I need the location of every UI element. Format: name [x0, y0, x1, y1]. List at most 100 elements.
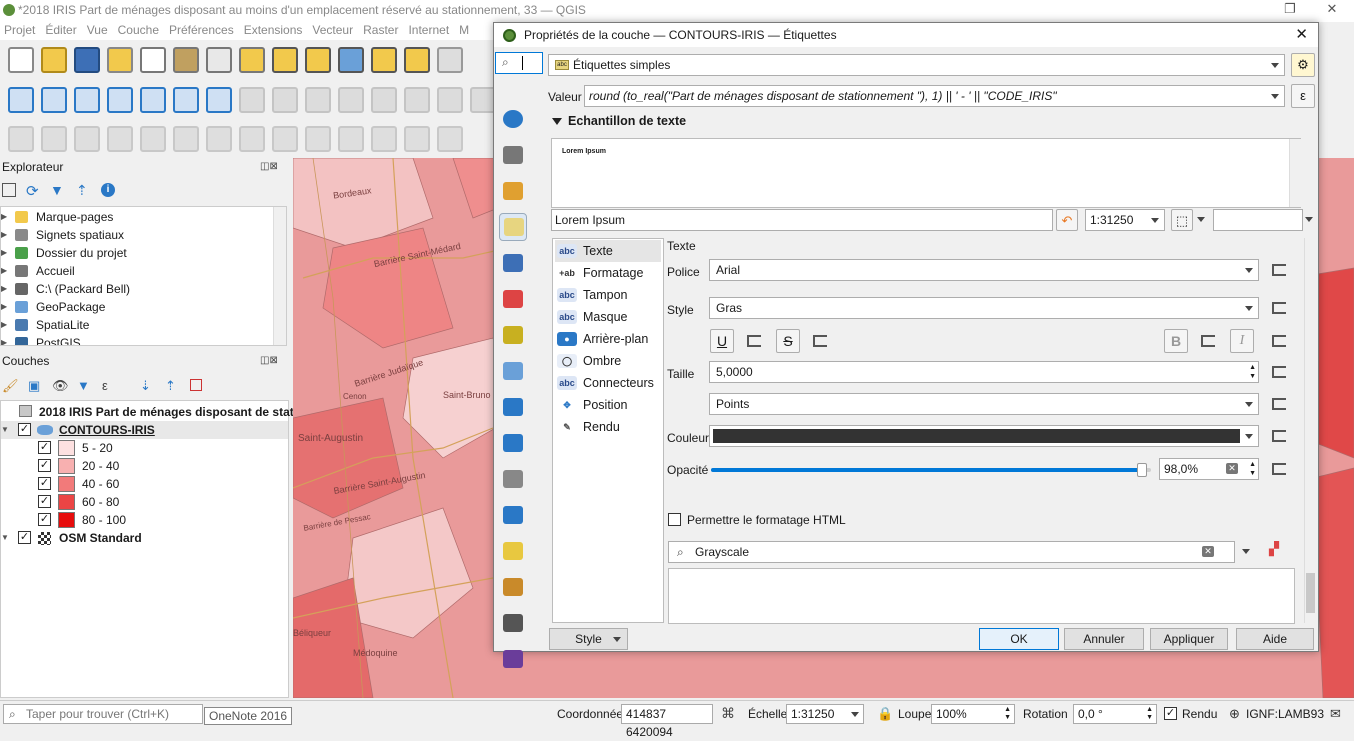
expand-arrow-icon[interactable]: ▶	[1, 316, 7, 334]
font-size-spinbox[interactable]: 5,0000 ▲ ▼	[709, 361, 1259, 383]
menu-item[interactable]: Internet	[404, 22, 455, 39]
expression-editor-button[interactable]: ε	[1291, 84, 1315, 108]
collapse-all-icon[interactable]: ⇡	[76, 182, 88, 199]
zoom-in-icon[interactable]	[272, 47, 298, 73]
pan-map-icon[interactable]	[206, 47, 232, 73]
menu-item[interactable]: Vue	[83, 22, 114, 39]
copy-icon[interactable]	[437, 87, 463, 113]
menu-item[interactable]: Projet	[0, 22, 41, 39]
advanced-digitizing-icon[interactable]	[107, 126, 133, 152]
advanced-digitizing-icon[interactable]	[239, 126, 265, 152]
auto-placement-settings-button[interactable]: ⚙	[1291, 53, 1315, 77]
advanced-digitizing-icon[interactable]	[437, 126, 463, 152]
sample-section-header[interactable]: Echantillon de texte	[550, 114, 1310, 132]
size-unit-combo[interactable]: Points	[709, 393, 1259, 415]
add-group-icon[interactable]: ▣	[28, 378, 40, 394]
tab-formatage[interactable]: +ab Formatage	[555, 262, 661, 284]
tab-connecteurs[interactable]: abc Connecteurs	[555, 372, 661, 394]
advanced-digitizing-icon[interactable]	[338, 126, 364, 152]
italic-button[interactable]: I	[1230, 329, 1254, 353]
data-defined-override-button[interactable]	[1269, 361, 1293, 383]
expand-arrow-icon[interactable]: ▼	[1, 421, 9, 439]
filter-legend-icon[interactable]: ▼	[77, 378, 90, 393]
tab-position[interactable]: ✥ Position	[555, 394, 661, 416]
coord-field[interactable]: 414837 6420094	[621, 704, 713, 739]
advanced-digitizing-icon[interactable]	[8, 126, 34, 152]
lock-icon[interactable]: 🔒	[877, 706, 893, 722]
advanced-digitizing-icon[interactable]	[140, 126, 166, 152]
explorer-item[interactable]: ▶ C:\ (Packard Bell)	[1, 280, 273, 298]
html-formatting-checkbox[interactable]	[668, 513, 681, 526]
chevron-down-icon[interactable]	[1197, 217, 1205, 222]
explorer-item[interactable]: ▶ Accueil	[1, 262, 273, 280]
advanced-digitizing-icon[interactable]	[272, 126, 298, 152]
render-checkbox[interactable]: ✓	[1164, 707, 1177, 720]
messages-icon[interactable]: ✉	[1330, 706, 1341, 722]
tab-masque[interactable]: abc Masque	[555, 306, 661, 328]
edit-icon[interactable]	[338, 87, 364, 113]
locator-search-input[interactable]: ⌕ Taper pour trouver (Ctrl+K)	[3, 704, 203, 724]
ok-button[interactable]: OK	[979, 628, 1059, 650]
delete-icon[interactable]	[371, 87, 397, 113]
spin-arrows-icon[interactable]: ▲ ▼	[1249, 363, 1256, 381]
data-defined-override-button[interactable]	[1269, 425, 1293, 447]
explorer-item[interactable]: ▶ SpatiaLite	[1, 316, 273, 334]
settings-scrollbar[interactable]	[1304, 238, 1316, 623]
zoom-layer-icon[interactable]	[404, 47, 430, 73]
explorer-item[interactable]: ▶ Dossier du projet	[1, 244, 273, 262]
add-layer-icon[interactable]	[41, 87, 67, 113]
expand-arrow-icon[interactable]: ▶	[1, 208, 7, 226]
data-defined-override-button[interactable]	[1269, 259, 1293, 281]
layer-group-label[interactable]: 2018 IRIS Part de ménages disposant de s…	[39, 403, 294, 421]
strikeout-button[interactable]: S	[776, 329, 800, 353]
legend-class-row[interactable]: ✓ 60 - 80	[1, 493, 281, 511]
style-menu-button[interactable]: Style	[549, 628, 628, 650]
menu-item[interactable]: M	[455, 22, 475, 39]
clear-icon[interactable]: ✕	[1226, 463, 1238, 474]
bold-button[interactable]: B	[1164, 329, 1188, 353]
zoom-native-icon[interactable]	[437, 47, 463, 73]
class-visibility-checkbox[interactable]: ✓	[38, 513, 51, 526]
tab-texte[interactable]: abc Texte	[555, 240, 661, 262]
apply-button[interactable]: Appliquer	[1150, 628, 1228, 650]
processing-icon[interactable]	[173, 87, 199, 113]
close-icon[interactable]: ✕	[1295, 23, 1308, 47]
data-defined-override-button[interactable]	[1198, 330, 1222, 352]
manage-visibility-icon[interactable]: 👁	[52, 378, 69, 394]
scrollbar-thumb[interactable]	[1306, 573, 1315, 613]
menu-item[interactable]: Extensions	[240, 22, 309, 39]
layer-visibility-checkbox[interactable]: ✓	[18, 531, 31, 544]
data-defined-override-button[interactable]	[1269, 297, 1293, 319]
pan-to-selection-icon[interactable]	[239, 47, 265, 73]
crs-label[interactable]: IGNF:LAMB93	[1246, 701, 1324, 727]
label-expression-combo[interactable]: round (to_real("Part de ménages disposan…	[584, 85, 1285, 107]
labeling-mode-combo[interactable]: abc Étiquettes simples	[548, 54, 1285, 76]
map-scale-button[interactable]: ⬚	[1171, 209, 1193, 231]
edit-pen-icon[interactable]	[107, 87, 133, 113]
legend-class-row[interactable]: ✓ 5 - 20	[1, 439, 281, 457]
tab-ombre[interactable]: ◯ Ombre	[555, 350, 661, 372]
data-defined-override-button[interactable]	[1269, 330, 1293, 352]
add-selected-icon[interactable]	[2, 183, 16, 197]
explorer-item[interactable]: ▶ PostGIS	[1, 334, 273, 345]
background-color-button[interactable]	[1213, 209, 1303, 231]
opacity-slider[interactable]	[711, 463, 1151, 477]
zoom-selection-icon[interactable]	[371, 47, 397, 73]
data-defined-override-button[interactable]	[1269, 393, 1293, 415]
help-button[interactable]: Aide	[1236, 628, 1314, 650]
data-defined-override-button[interactable]	[744, 330, 768, 352]
filter-icon[interactable]: ▼	[50, 182, 64, 198]
zoom-full-icon[interactable]	[338, 47, 364, 73]
toggle-extents-icon[interactable]: ⌘	[721, 705, 735, 722]
class-visibility-checkbox[interactable]: ✓	[38, 495, 51, 508]
expand-arrow-icon[interactable]: ▶	[1, 262, 7, 280]
font-style-combo[interactable]: Gras	[709, 297, 1259, 319]
expand-arrow-icon[interactable]: ▶	[1, 280, 7, 298]
remove-layer-icon[interactable]	[190, 379, 202, 391]
expand-arrow-icon[interactable]: ▼	[1, 529, 9, 547]
info-icon[interactable]: i	[101, 183, 115, 197]
tab-rendu[interactable]: ✎ Rendu	[555, 416, 661, 438]
spin-arrows-icon[interactable]: ▲ ▼	[1146, 706, 1153, 722]
menu-item[interactable]: Couche	[114, 22, 165, 39]
filter-expression-icon[interactable]: ε	[102, 378, 108, 393]
